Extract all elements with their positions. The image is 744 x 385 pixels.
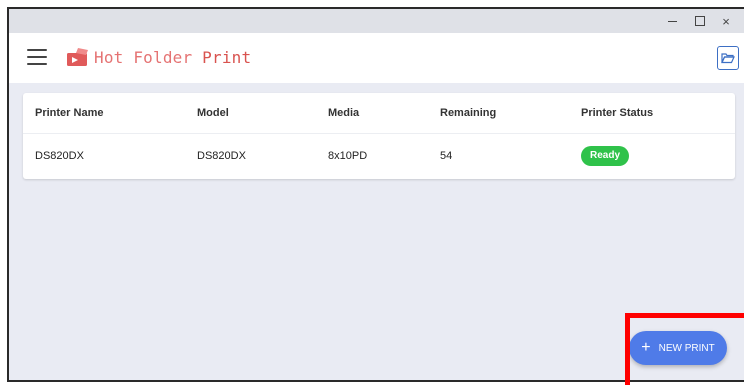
- printer-table: Printer Name Model Media Remaining Print…: [23, 93, 735, 179]
- open-folder-button[interactable]: [717, 46, 739, 70]
- app-title: Hot Folder Print: [94, 47, 252, 67]
- maximize-icon: [695, 16, 705, 26]
- status-badge: Ready: [581, 146, 630, 167]
- plus-icon: +: [641, 339, 651, 356]
- remaining-cell: 54: [440, 150, 453, 162]
- column-header-model: Model: [197, 107, 229, 119]
- column-header-printer-status: Printer Status: [581, 107, 654, 119]
- column-header-printer-name: Printer Name: [35, 107, 104, 119]
- minimize-button[interactable]: [657, 9, 687, 33]
- app-logo: Hot Folder Print: [66, 47, 251, 67]
- close-button[interactable]: ×: [711, 9, 741, 33]
- model-cell: DS820DX: [197, 150, 246, 162]
- app-window: × Hot Folder Print Printer Name Model Me…: [7, 7, 744, 382]
- table-row[interactable]: DS820DX DS820DX 8x10PD 54 Ready: [23, 136, 735, 176]
- hamburger-menu-icon[interactable]: [27, 49, 47, 65]
- printer-name-cell: DS820DX: [35, 150, 84, 162]
- app-bar: Hot Folder Print: [9, 33, 744, 83]
- new-print-button[interactable]: + NEW PRINT: [629, 331, 727, 365]
- column-header-remaining: Remaining: [440, 107, 497, 119]
- printer-logo-icon: [67, 48, 88, 66]
- media-cell: 8x10PD: [328, 150, 368, 162]
- title-bar: ×: [9, 9, 744, 33]
- folder-open-icon: [721, 53, 735, 64]
- printer-status-cell: Ready: [581, 136, 630, 176]
- minimize-icon: [667, 20, 677, 22]
- new-print-label: NEW PRINT: [658, 342, 715, 354]
- column-header-media: Media: [328, 107, 360, 119]
- table-header: Printer Name Model Media Remaining Print…: [23, 93, 735, 134]
- close-icon: ×: [722, 13, 730, 29]
